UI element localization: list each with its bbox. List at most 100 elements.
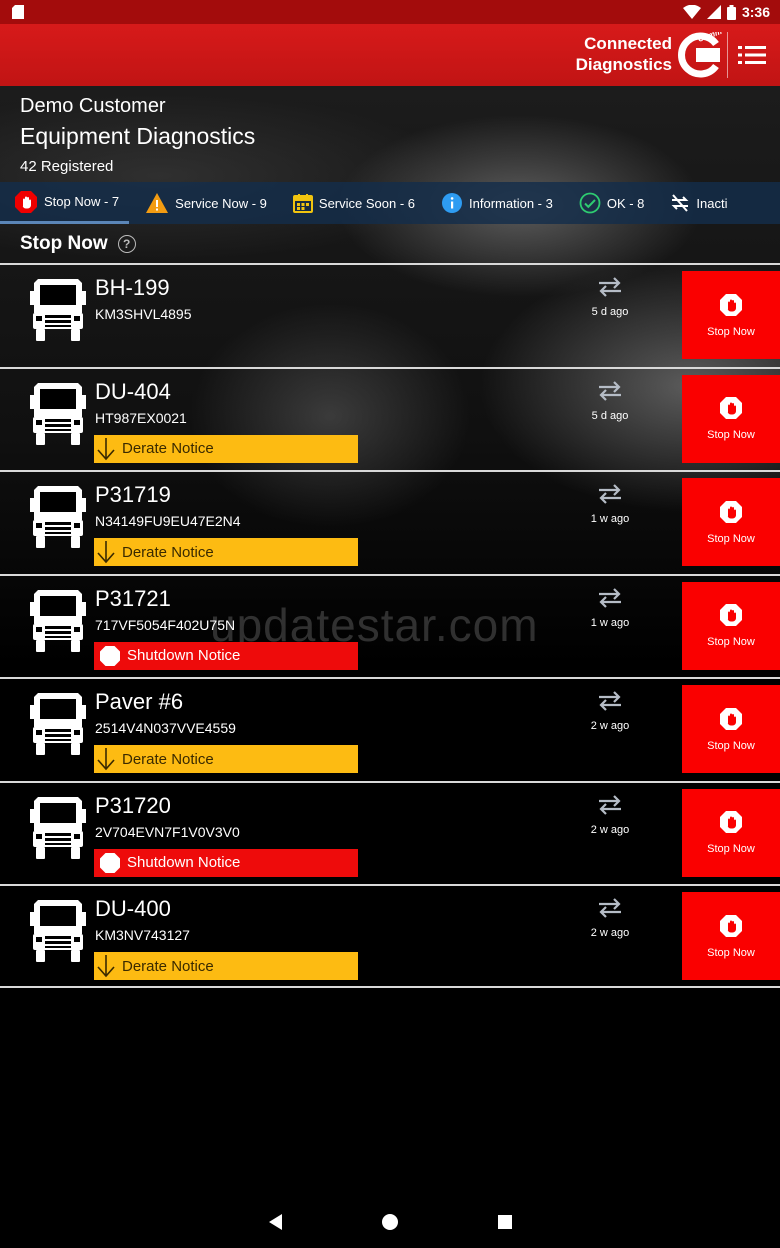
- sync-time: 5 d ago: [591, 306, 629, 318]
- section-title-text: Stop Now: [20, 233, 108, 254]
- equipment-name: P31721: [95, 585, 171, 611]
- truck-icon: [28, 586, 88, 659]
- tab-service-now[interactable]: Service Now - 9: [135, 182, 277, 224]
- equipment-row[interactable]: P31719 N34149FU9EU47E2N4 Derate Notice 1 w …: [0, 470, 780, 574]
- stop-now-button[interactable]: Stop Now: [682, 478, 780, 566]
- equipment-name: DU-404: [95, 378, 171, 404]
- sync-arrows-icon: [582, 898, 638, 923]
- stop-now-label: Stop Now: [707, 739, 755, 752]
- equipment-list: BH-199 KM3SHVL4895 5 d ago Stop Now DU-404 HT…: [0, 263, 780, 988]
- equipment-row[interactable]: Paver #6 2514V4N037VVE4559 Derate Notice 2 …: [0, 677, 780, 781]
- sync-time: 2 w ago: [590, 823, 630, 836]
- last-sync: 5 d ago: [582, 277, 638, 318]
- sync-arrows-icon: [582, 277, 638, 302]
- sync-time: 1 w ago: [590, 616, 630, 629]
- list-menu-button[interactable]: [734, 37, 770, 73]
- check-circle-icon: [579, 192, 601, 214]
- sync-time: 5 d ago: [591, 409, 629, 422]
- stop-hand-icon: [15, 190, 37, 213]
- header-info: Demo Customer Equipment Diagnostics 42 R…: [20, 94, 255, 177]
- equipment-name: BH-199: [95, 275, 170, 300]
- stop-hand-icon: [719, 293, 743, 320]
- last-sync: 5 d ago: [582, 380, 638, 422]
- equipment-row[interactable]: DU-404 HT987EX0021 Derate Notice 5 d ago Sto…: [0, 366, 780, 471]
- notice-label: Derate Notice: [122, 543, 214, 561]
- registered-count: 42 Registered: [20, 158, 114, 175]
- derate-notice-badge: Derate Notice: [94, 538, 358, 566]
- stop-now-label: Stop Now: [707, 843, 755, 855]
- stop-now-button[interactable]: Stop Now: [682, 374, 780, 463]
- tab-information[interactable]: Information - 3: [431, 182, 563, 224]
- tab-label: Inacti: [696, 195, 728, 211]
- back-triangle-icon: [269, 1213, 282, 1230]
- derate-arrow-icon: [94, 953, 118, 979]
- sync-time: 1 w ago: [590, 513, 630, 525]
- stop-now-button[interactable]: Stop Now: [682, 788, 780, 877]
- brand-line-2: Diagnostics: [575, 55, 672, 74]
- truck-icon: [28, 896, 88, 969]
- cell-signal-icon: [706, 5, 721, 19]
- derate-notice-badge: Derate Notice: [94, 952, 358, 980]
- equipment-row[interactable]: BH-199 KM3SHVL4895 5 d ago Stop Now: [0, 263, 780, 367]
- stop-now-button[interactable]: Stop Now: [682, 892, 780, 980]
- wifi-icon: [682, 5, 701, 19]
- last-sync: 2 w ago: [582, 898, 638, 939]
- tab-label: Stop Now - 7: [44, 194, 120, 209]
- shutdown-notice-badge: Shutdown Notice: [94, 848, 358, 877]
- stop-now-button[interactable]: Stop Now: [682, 685, 780, 773]
- equipment-name: P31719: [95, 482, 171, 507]
- tab-ok[interactable]: OK - 8: [569, 182, 655, 224]
- last-sync: 2 w ago: [582, 691, 638, 732]
- stop-now-label: Stop Now: [707, 946, 755, 959]
- equipment-serial: KM3NV743127: [95, 927, 190, 943]
- equipment-row[interactable]: P31720 2V704EVN7F1V0V3V0 Shutdown Notice 2 …: [0, 780, 780, 885]
- shutdown-notice-badge: Shutdown Notice: [94, 641, 358, 670]
- help-icon[interactable]: ?: [117, 235, 136, 253]
- cummins-logo: Cummins: [676, 23, 734, 83]
- stop-now-label: Stop Now: [707, 429, 755, 441]
- notice-label: Derate Notice: [122, 440, 214, 457]
- tab-service-soon[interactable]: Service Soon - 6: [283, 182, 425, 224]
- stop-now-label: Stop Now: [707, 325, 755, 338]
- sd-card-icon: [12, 5, 24, 19]
- battery-icon: [726, 4, 736, 20]
- equipment-name: DU-400: [95, 896, 171, 921]
- derate-arrow-icon: [94, 436, 118, 462]
- stop-now-button[interactable]: Stop Now: [682, 581, 780, 670]
- shutdown-octagon-icon: [99, 852, 121, 874]
- derate-notice-badge: Derate Notice: [94, 745, 358, 773]
- derate-notice-badge: Derate Notice: [94, 434, 358, 463]
- notice-label: Derate Notice: [122, 750, 214, 768]
- home-button[interactable]: [381, 1213, 399, 1236]
- stop-now-label: Stop Now: [707, 636, 755, 648]
- app-brand: Connected Diagnostics: [576, 33, 672, 75]
- last-sync: 2 w ago: [582, 794, 638, 836]
- info-icon: [442, 193, 463, 213]
- tab-label: Service Soon - 6: [318, 195, 416, 211]
- equipment-serial: 717VF5054F402U75N: [95, 616, 236, 633]
- notice-label: Shutdown Notice: [127, 647, 241, 664]
- recents-button[interactable]: [497, 1214, 513, 1235]
- stop-hand-icon: [719, 603, 743, 630]
- equipment-serial: 2514V4N037VVE4559: [95, 720, 236, 736]
- last-sync: 1 w ago: [582, 587, 638, 629]
- truck-icon: [28, 379, 88, 452]
- stop-now-button[interactable]: Stop Now: [682, 271, 780, 359]
- sync-arrows-icon: [582, 587, 638, 613]
- equipment-row[interactable]: DU-400 KM3NV743127 Derate Notice 2 w ago Sto…: [0, 884, 780, 988]
- equipment-row[interactable]: P31721 717VF5054F402U75N Shutdown Notice 1 …: [0, 573, 780, 678]
- tab-label: OK - 8: [606, 195, 645, 211]
- last-sync: 1 w ago: [582, 484, 638, 525]
- back-button[interactable]: [267, 1213, 283, 1236]
- stop-hand-icon: [719, 707, 743, 734]
- sync-arrows-icon: [582, 484, 638, 509]
- stop-hand-icon: [719, 500, 743, 527]
- tab-label: Information - 3: [469, 195, 553, 211]
- derate-arrow-icon: [94, 539, 118, 565]
- stop-hand-icon: [719, 914, 743, 941]
- tab-inactive[interactable]: Inacti: [660, 182, 737, 224]
- truck-icon: [28, 793, 88, 866]
- equipment-serial: HT987EX0021: [95, 409, 187, 426]
- home-circle-icon: [382, 1213, 398, 1230]
- tab-stop-now[interactable]: Stop Now - 7: [0, 182, 130, 224]
